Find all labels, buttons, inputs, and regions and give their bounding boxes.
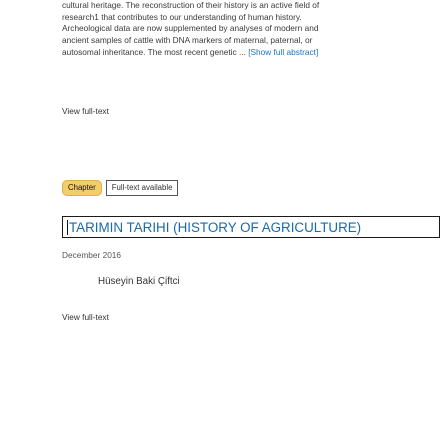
chapter-badge: Chapter: [62, 180, 102, 196]
abstract-line: Archeological data are now supplemented …: [62, 23, 319, 34]
abstract-snippet: cultural heritage. The reconstruction of…: [62, 0, 442, 59]
text-cursor: [67, 219, 68, 235]
abstract-line-text: autosomal inheritance. The most recent g…: [62, 46, 246, 57]
abstract-line: ancient samples of cattle with DNA marke…: [62, 35, 313, 46]
view-fulltext-link[interactable]: View full-text: [62, 312, 109, 322]
abstract-line: cultural heritage. The reconstruction of…: [62, 0, 320, 10]
abstract-line: research1 that contributes to our unders…: [62, 11, 302, 22]
show-full-abstract-link[interactable]: [Show full abstract]: [248, 47, 318, 57]
abstract-line-last: autosomal inheritance. The most recent g…: [62, 47, 442, 59]
author-name: Hüseyin Baki Çiftci: [98, 276, 180, 287]
author-link[interactable]: Hüseyin Baki Çiftci: [98, 276, 180, 287]
publication-title: TARIMIN TARIHI (HISTORY OF AGRICULTURE): [69, 219, 362, 235]
publication-badges: Chapter Full-text available: [62, 180, 179, 196]
publication-date: December 2016: [62, 250, 122, 260]
view-fulltext-link[interactable]: View full-text: [62, 106, 109, 116]
fulltext-available-badge: Full-text available: [105, 180, 179, 196]
publication-title-link[interactable]: TARIMIN TARIHI (HISTORY OF AGRICULTURE): [62, 216, 440, 238]
